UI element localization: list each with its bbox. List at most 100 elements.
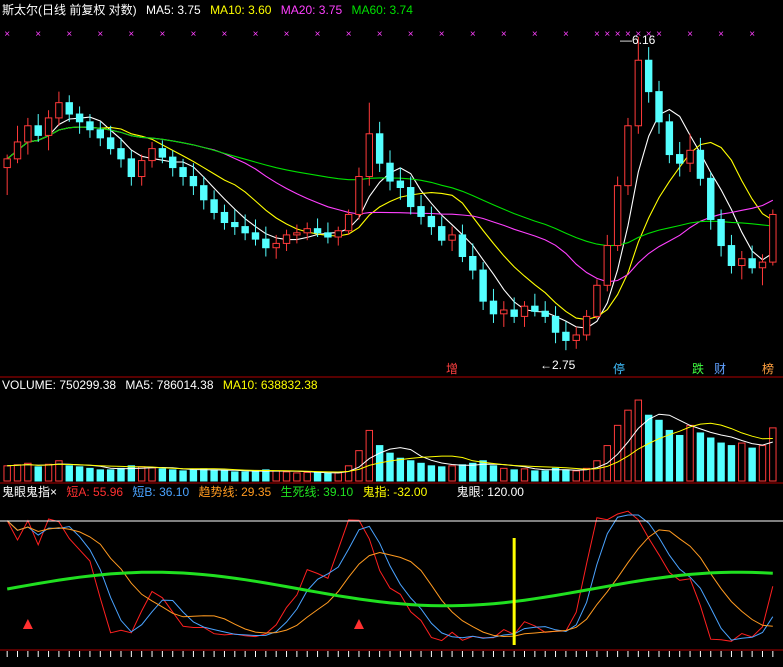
volume-bar [344,465,353,482]
volume-bar [365,429,374,482]
signal-marker: × [284,29,290,40]
candle-body [469,256,477,271]
signal-marker: × [532,29,538,40]
volume-bar [748,447,756,482]
signal-marker: × [749,29,755,40]
signal-marker: × [315,29,321,40]
volume-bar [593,460,601,482]
volume-bar [106,469,115,482]
event-tag-zeng[interactable]: 增 [446,362,458,376]
signal-marker: × [35,29,41,40]
candle-body [644,59,653,93]
candle-body [406,187,415,208]
event-tag-die[interactable]: 跌 [692,362,704,376]
high-price-label: —6.16 [620,33,656,47]
signal-marker: × [501,29,507,40]
volume-bar [148,467,156,482]
chart-title: 斯太尔(日线 前复权 对数) [2,3,137,17]
volume-bar [644,414,653,482]
candle-body [86,121,94,131]
candle-body [303,228,311,234]
signal-marker: × [377,29,383,40]
signal-marker: × [656,29,662,40]
candle-body [479,269,487,302]
volume-bar [24,462,32,482]
volume-bar [675,434,684,482]
signal-marker: × [687,29,693,40]
signal-marker: × [408,29,414,40]
event-tag-ting[interactable]: 停 [613,362,625,376]
candle-body [448,234,456,241]
candle-body [531,305,539,312]
indicator-close-icon[interactable]: × [50,485,57,499]
trend-value: 趋势线: 29.35 [198,485,272,499]
volume-bar [179,470,187,482]
buy-arrow-icon [353,619,364,629]
candle-body [355,176,363,215]
candle-body [231,222,239,228]
candle-body [386,162,394,182]
volume-bar [303,471,311,482]
candle-body [282,234,291,244]
volume-bar [220,470,229,482]
signal-marker: × [470,29,476,40]
candle-body [655,91,663,123]
candle-body [675,154,684,164]
volume-bar [520,468,529,482]
volume-bar [738,442,746,482]
signal-marker: × [346,29,352,40]
candle-body [500,309,508,315]
price-header: 斯太尔(日线 前复权 对数) MA5: 3.75 MA10: 3.60 MA20… [2,3,419,17]
ma10-value: MA10: 3.60 [210,3,272,17]
volume-bar [531,470,539,482]
event-tag-bang[interactable]: 榜 [762,362,774,376]
candle-body [148,148,156,162]
volume-bar [572,470,580,482]
candle-body [13,141,22,160]
volume-bar [251,470,260,482]
candle-body [758,261,767,269]
volume-bar [137,466,146,482]
candle-body [686,149,694,164]
volume-ma10: MA10: 638832.38 [222,378,318,392]
indicator-name: 鬼眼鬼指 [2,485,51,499]
volume-bar [406,460,415,482]
volume-bar [707,437,715,482]
candle-body [169,156,177,169]
event-tag-cai[interactable]: 财 [714,362,726,376]
candle-body [582,315,591,336]
candle-body [262,238,270,249]
volume-bar [427,465,436,482]
buy-arrow-icon [22,619,33,629]
candle-body [189,176,198,187]
volume-bar [293,472,301,482]
signal-marker: × [128,29,134,40]
signal-marker: × [253,29,259,40]
volume-bar [727,445,736,482]
volume-bar [717,442,725,482]
candle-body [396,180,405,189]
volume-bar [75,466,84,482]
candle-body [34,125,42,136]
volume-bar [613,424,622,482]
candle-body [272,242,280,249]
candle-body [75,113,84,123]
volume-bar [334,472,342,482]
signal-marker: × [604,29,610,40]
finger-value: 鬼指: -32.00 [362,485,428,499]
finger-spike [512,538,516,645]
candle-body [44,117,53,136]
candle-body [717,218,725,247]
volume-bar [469,462,477,482]
candle-body [251,232,260,240]
low-price-label: ←2.75 [540,358,576,372]
candle-body [200,185,208,201]
volume-bar [686,424,694,482]
candle-body [210,199,218,213]
candle-body [438,226,446,241]
indicator-header: 鬼眼鬼指× 短A: 55.96 短B: 36.10 趋势线: 29.35 生死线… [2,485,530,499]
volume-bar [86,467,94,482]
volume-bar [169,469,177,482]
signal-marker: × [4,29,10,40]
volume-bar [510,469,518,482]
